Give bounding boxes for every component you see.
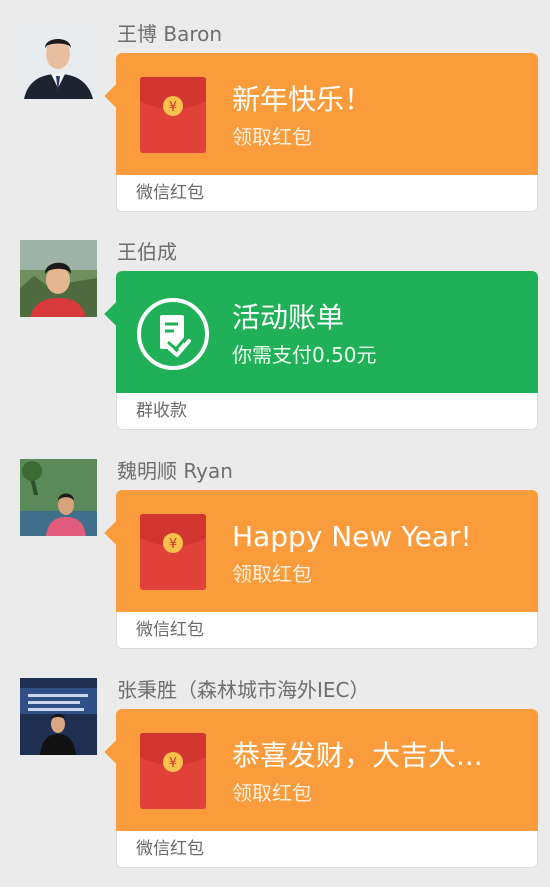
red-packet-icon: ¥ [140, 514, 206, 590]
card-title: 活动账单 [232, 301, 345, 334]
card-footer-label: 微信红包 [136, 183, 204, 203]
card-subtitle: 领取红包 [232, 781, 312, 805]
sender-name: 魏明顺 Ryan [117, 459, 233, 483]
svg-text:¥: ¥ [169, 756, 177, 771]
card-title: Happy New Year! [232, 520, 472, 553]
sender-name: 张秉胜（森林城市海外IEC） [117, 678, 370, 702]
card-subtitle: 你需支付0.50元 [232, 343, 377, 367]
avatar[interactable] [20, 459, 97, 536]
card-footer-label: 群收款 [136, 401, 187, 421]
red-packet-card[interactable]: ¥ Happy New Year! 领取红包 微信红包 [104, 490, 538, 649]
red-packet-card[interactable]: ¥ 新年快乐！ 领取红包 微信红包 [104, 53, 538, 212]
red-packet-icon: ¥ [140, 77, 206, 153]
svg-text:¥: ¥ [169, 100, 177, 115]
group-payment-card[interactable]: 活动账单 你需支付0.50元 群收款 [104, 271, 538, 430]
avatar[interactable] [20, 22, 97, 99]
red-packet-card[interactable]: ¥ 恭喜发财，大吉大... 领取红包 微信红包 [104, 709, 538, 868]
avatar[interactable] [20, 678, 97, 755]
red-packet-icon: ¥ [140, 733, 206, 809]
card-footer-label: 微信红包 [136, 839, 204, 859]
card-subtitle: 领取红包 [232, 562, 312, 586]
card-footer-label: 微信红包 [136, 620, 204, 640]
sender-name: 王博 Baron [117, 22, 223, 46]
sender-name: 王伯成 [117, 240, 177, 264]
card-subtitle: 领取红包 [232, 125, 312, 149]
avatar[interactable] [20, 240, 97, 317]
card-title: 恭喜发财，大吉大... [232, 739, 483, 772]
svg-text:¥: ¥ [169, 537, 177, 552]
bill-icon [137, 298, 209, 370]
card-title: 新年快乐！ [232, 83, 373, 116]
